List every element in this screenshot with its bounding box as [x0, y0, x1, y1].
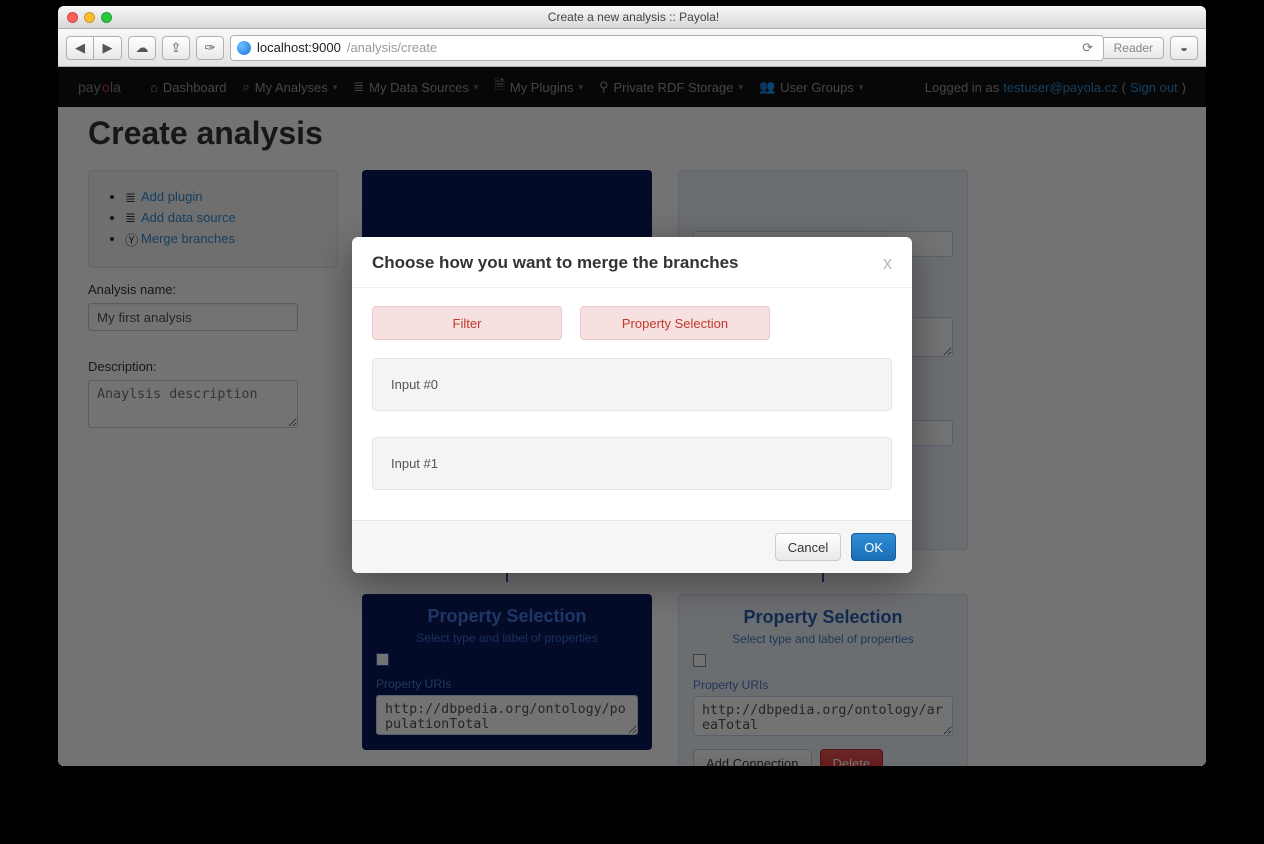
browser-toolbar: ◀ ▶ ☁︎ ⇪ ✑ localhost:9000/analysis/creat…: [58, 29, 1206, 67]
reader-button[interactable]: Reader: [1104, 37, 1164, 59]
back-button[interactable]: ◀: [66, 36, 94, 60]
merge-input-0[interactable]: Input #0: [372, 358, 892, 411]
downloads-button[interactable]: ◒: [1170, 36, 1198, 60]
merge-option-filter[interactable]: Filter: [372, 306, 562, 340]
share-button[interactable]: ⇪: [162, 36, 190, 60]
site-globe-icon: [237, 41, 251, 55]
close-window-icon[interactable]: [67, 12, 78, 23]
page-content: payola ⌂Dashboard ⌕My Analyses▾ ≣My Data…: [58, 67, 1206, 766]
window-titlebar: Create a new analysis :: Payola!: [58, 6, 1206, 29]
zoom-window-icon[interactable]: [101, 12, 112, 23]
forward-button[interactable]: ▶: [94, 36, 122, 60]
window-title: Create a new analysis :: Payola!: [121, 10, 1146, 24]
url-host: localhost:9000: [257, 40, 341, 55]
reload-icon[interactable]: ⟳: [1079, 39, 1097, 57]
address-bar[interactable]: localhost:9000/analysis/create ⟳: [230, 35, 1104, 61]
browser-window: Create a new analysis :: Payola! ◀ ▶ ☁︎ …: [58, 6, 1206, 766]
merge-branches-modal: Choose how you want to merge the branche…: [352, 237, 912, 573]
minimize-window-icon[interactable]: [84, 12, 95, 23]
url-path: /analysis/create: [347, 40, 437, 55]
icloud-button[interactable]: ☁︎: [128, 36, 156, 60]
cancel-button[interactable]: Cancel: [775, 533, 841, 561]
modal-title: Choose how you want to merge the branche…: [372, 253, 739, 273]
ok-button[interactable]: OK: [851, 533, 896, 561]
close-icon[interactable]: x: [883, 254, 892, 272]
traffic-lights: [58, 12, 121, 23]
merge-option-property-selection[interactable]: Property Selection: [580, 306, 770, 340]
bookmarks-button[interactable]: ✑: [196, 36, 224, 60]
merge-input-1[interactable]: Input #1: [372, 437, 892, 490]
